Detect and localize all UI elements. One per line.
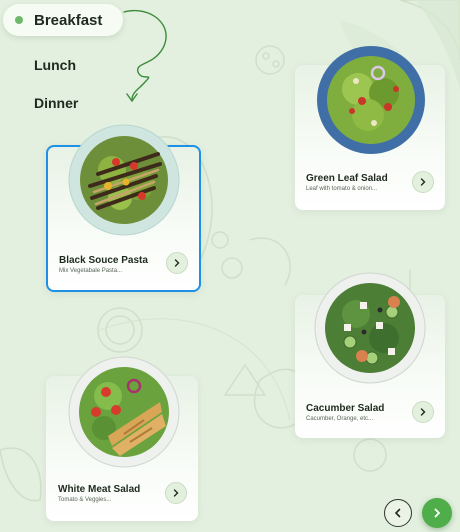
meat-salad-dish-image — [68, 356, 180, 468]
tab-lunch[interactable]: Lunch — [34, 57, 76, 73]
chevron-right-icon[interactable] — [412, 171, 434, 193]
previous-button[interactable] — [384, 499, 412, 527]
card-title: Green Leaf Salad — [306, 173, 388, 184]
tab-breakfast[interactable]: Breakfast — [3, 4, 123, 36]
next-button[interactable] — [422, 498, 452, 528]
card-subtitle: Mix Vegetabale Pasta... — [59, 268, 123, 274]
tab-label-lunch: Lunch — [34, 57, 76, 73]
chevron-left-icon — [394, 508, 401, 518]
chevron-right-icon[interactable] — [166, 252, 188, 274]
green-salad-dish-image — [316, 45, 426, 155]
tab-dinner[interactable]: Dinner — [34, 95, 78, 111]
tab-label-breakfast: Breakfast — [34, 11, 103, 29]
active-dot-icon — [15, 16, 23, 24]
card-subtitle: Tomato & Veggies... — [58, 497, 112, 503]
chevron-right-icon[interactable] — [165, 482, 187, 504]
card-title: White Meat Salad — [58, 484, 141, 495]
tab-label-dinner: Dinner — [34, 95, 79, 111]
pasta-dish-image — [68, 124, 180, 236]
cucumber-salad-dish-image — [314, 272, 426, 384]
card-subtitle: Leaf with tomato & onion... — [306, 186, 378, 192]
chevron-right-icon — [434, 508, 441, 518]
card-subtitle: Cacumber, Orange, etc... — [306, 416, 374, 422]
card-title: Cacumber Salad — [306, 403, 385, 414]
chevron-right-icon[interactable] — [412, 401, 434, 423]
card-title: Black Souce Pasta — [59, 255, 148, 266]
